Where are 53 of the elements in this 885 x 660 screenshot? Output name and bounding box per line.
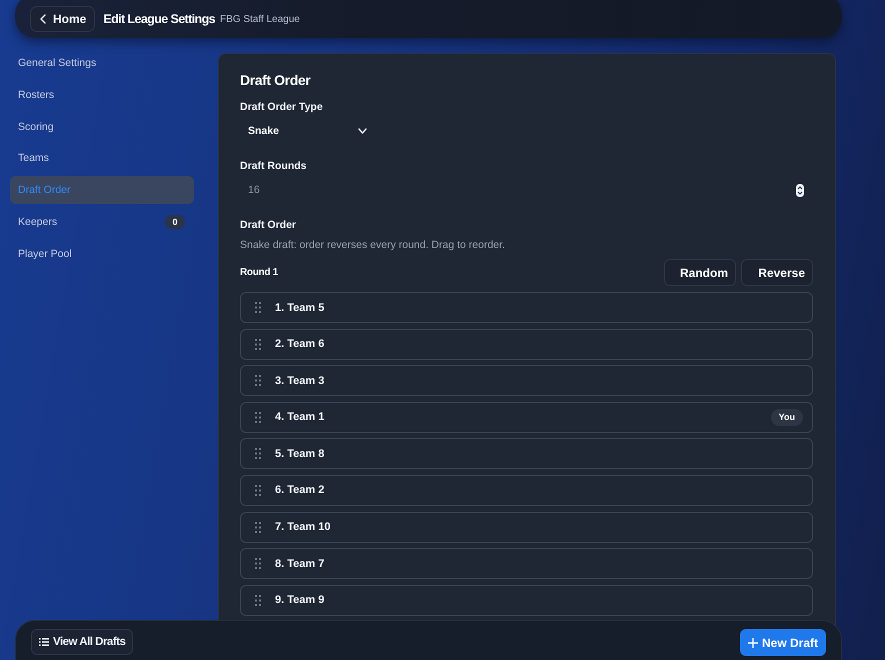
plus-icon (748, 638, 758, 648)
drag-handle-icon[interactable] (255, 594, 261, 606)
drag-handle-icon[interactable] (255, 338, 261, 350)
drag-handle-icon[interactable] (255, 558, 261, 570)
team-row[interactable]: 3. Team 3 (240, 365, 813, 396)
league-name: FBG Staff League (220, 14, 300, 24)
field-label: Draft Order (240, 218, 298, 233)
round-label: Round 1 (240, 267, 279, 278)
section-title: Draft Order (240, 71, 312, 90)
field-label: Draft Order Type (240, 100, 324, 115)
team-row[interactable]: 4. Team 1 You (240, 402, 813, 433)
drag-handle-icon[interactable] (255, 484, 261, 496)
team-name: 3. Team 3 (275, 374, 326, 387)
order-button[interactable]: Random (664, 259, 736, 286)
chevron-left-icon (40, 14, 46, 24)
drag-handle-icon[interactable] (255, 375, 261, 386)
team-row[interactable]: 6. Team 2 (240, 474, 813, 506)
order-button[interactable]: Reverse (741, 259, 813, 286)
sidebar-item[interactable]: Scoring (10, 112, 194, 141)
team-name: 6. Team 2 (275, 484, 326, 496)
team-row[interactable]: 5. Team 8 (240, 438, 813, 470)
sidebar-item[interactable]: Keepers 0 (10, 208, 194, 236)
field-label: Draft Rounds (240, 159, 308, 174)
team-name: 7. Team 10 (275, 521, 332, 534)
help-text: Snake draft: order reverses every round. Drag to reorder. (240, 238, 506, 253)
drag-handle-icon[interactable] (255, 412, 261, 423)
sidebar-item[interactable]: General Settings (10, 49, 194, 77)
team-row[interactable]: 8. Team 7 (240, 548, 813, 580)
team-row[interactable]: 7. Team 10 (240, 512, 813, 543)
sidebar-item[interactable]: Teams (10, 144, 194, 172)
drag-handle-icon[interactable] (255, 522, 261, 533)
count-badge: 0 (165, 214, 185, 229)
spinner-icon (796, 184, 804, 196)
team-name: 2. Team 6 (275, 338, 326, 350)
team-name: 9. Team 9 (275, 594, 326, 606)
team-name: 8. Team 7 (275, 558, 326, 570)
new-draft-button[interactable]: New Draft (740, 629, 826, 656)
you-badge: You (770, 408, 803, 426)
team-name: 5. Team 8 (275, 448, 326, 460)
chevron-down-icon (358, 128, 367, 134)
sidebar-item[interactable]: Rosters (10, 80, 194, 109)
team-row[interactable]: 9. Team 9 (240, 584, 813, 616)
team-row[interactable]: 2. Team 6 (240, 328, 813, 360)
list-icon (39, 638, 49, 646)
view-all-drafts-button[interactable]: View All Drafts (31, 629, 134, 655)
team-name: 1. Team 5 (275, 302, 326, 314)
team-row[interactable]: 1. Team 5 (240, 292, 813, 323)
home-button[interactable]: Home (30, 6, 96, 32)
page-title: Edit League Settings (103, 12, 215, 26)
drag-handle-icon[interactable] (255, 448, 261, 460)
sidebar-item[interactable]: Player Pool (10, 240, 194, 268)
drag-handle-icon[interactable] (255, 302, 261, 313)
team-name: 4. Team 1 (275, 411, 326, 424)
